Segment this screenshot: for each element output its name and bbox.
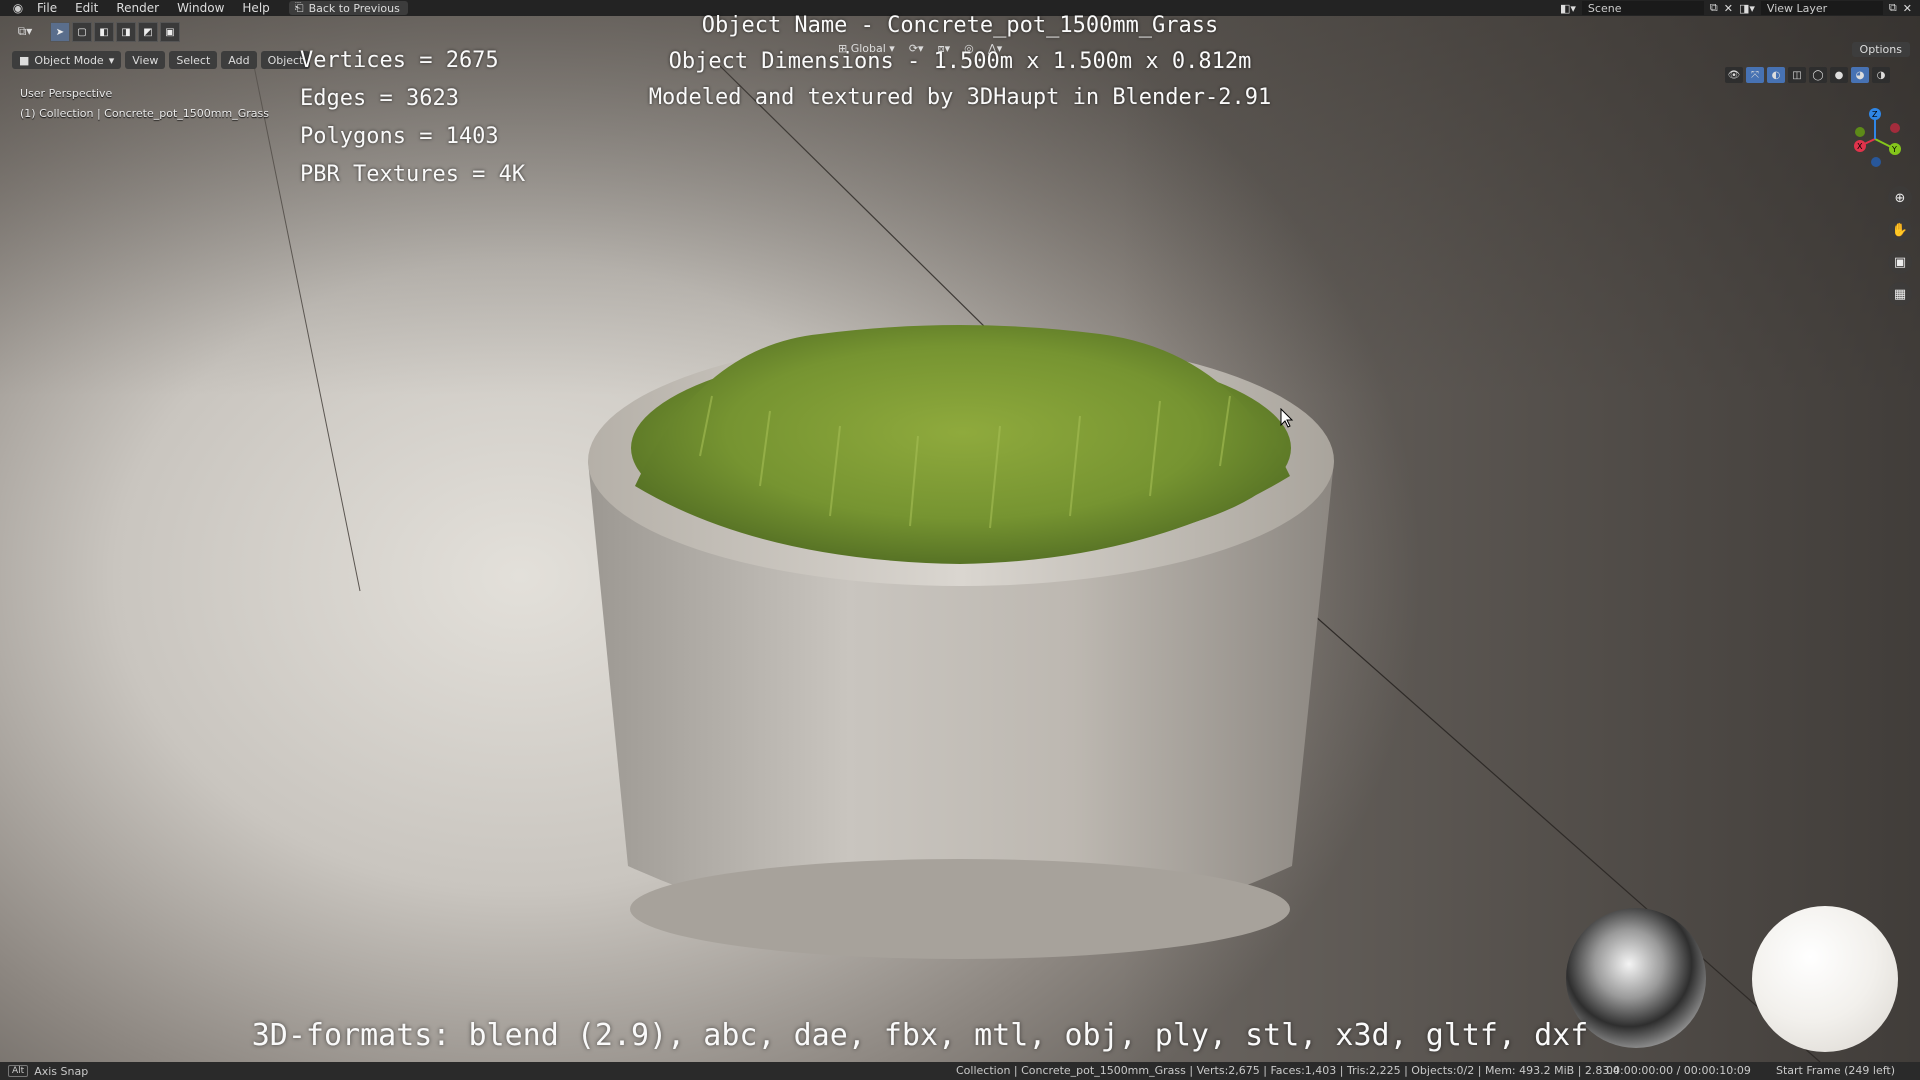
solid-shading-icon[interactable]: ● (1830, 67, 1848, 83)
select-tools: ➤ ▢ ◧ ◨ ◩ ▣ (50, 22, 180, 42)
view-perspective-text: User Perspective (20, 87, 113, 100)
shading-tools: 👁 ⤧ ◐ ◫ ◯ ● ◕ ◑ (1725, 67, 1890, 83)
view-layer-copy-icon[interactable]: ⧉ (1889, 1, 1897, 15)
camera-view-icon[interactable]: ▣ (1888, 250, 1912, 274)
back-icon: ⎗ (294, 1, 304, 14)
status-bar: Alt Axis Snap Collection | Concrete_pot_… (0, 1062, 1920, 1080)
back-to-previous-button[interactable]: ⎗ Back to Previous (288, 1, 408, 15)
view-layer-label: View Layer (1766, 1, 1828, 15)
navigation-gizmo[interactable]: X Y Z (1840, 104, 1910, 174)
view-layer-icon[interactable]: ◨▾ (1739, 2, 1755, 15)
editor-type-icon[interactable]: ⧉▾ (12, 22, 38, 40)
credit-text: Modeled and textured by 3DHaupt in Blend… (648, 85, 1272, 110)
textures-text: PBR Textures = 4K (300, 162, 526, 187)
vertices-text: Vertices = 2675 (300, 48, 499, 73)
formats-text: 3D-formats: blend (2.9), abc, dae, fbx, … (251, 1018, 1589, 1053)
pan-hand-icon[interactable]: ✋ (1888, 218, 1912, 242)
polygons-text: Polygons = 1403 (300, 124, 499, 149)
select-box-new-icon[interactable]: ▢ (72, 22, 92, 42)
3d-viewport[interactable]: X Y Z ⊕ ✋ ▣ ▦ (0, 16, 1920, 1062)
menu-edit[interactable]: Edit (66, 1, 107, 15)
scene-copy-icon[interactable]: ⧉ (1710, 1, 1718, 15)
viewport-info-overlay: User Perspective (1) Collection | Concre… (20, 84, 269, 124)
top-right-controls: ◧▾ Scene ⧉ ✕ ◨▾ View Layer ⧉ ✕ (1560, 0, 1920, 16)
select-box-invert-icon[interactable]: ◩ (138, 22, 158, 42)
zoom-icon[interactable]: ⊕ (1888, 186, 1912, 210)
alt-key-badge: Alt (8, 1065, 29, 1077)
status-hint: Alt Axis Snap (8, 1065, 88, 1078)
gizmo-toggle-icon[interactable]: ⤧ (1746, 67, 1764, 83)
view-layer-close-icon[interactable]: ✕ (1903, 2, 1912, 15)
blender-logo-icon[interactable]: ◉ (8, 0, 28, 16)
svg-text:Y: Y (1891, 145, 1897, 154)
view-menu[interactable]: View (125, 51, 166, 69)
mouse-cursor-icon (1280, 408, 1294, 428)
active-collection-text: (1) Collection | Concrete_pot_1500mm_Gra… (20, 107, 269, 120)
scene-statistics: Collection | Concrete_pot_1500mm_Grass |… (956, 1064, 1620, 1077)
scene-selector-icon[interactable]: ◧▾ (1560, 2, 1576, 15)
select-cursor-icon[interactable]: ➤ (50, 22, 70, 42)
visibility-icon[interactable]: 👁 (1725, 67, 1743, 83)
svg-text:X: X (1857, 142, 1863, 151)
menu-window[interactable]: Window (168, 1, 233, 15)
axis-snap-hint: Axis Snap (34, 1064, 89, 1078)
material-preview-shading-icon[interactable]: ◕ (1851, 67, 1869, 83)
object-info-overlay: Object Name - Concrete_pot_1500mm_Grass … (620, 8, 1300, 116)
options-dropdown[interactable]: Options (1851, 42, 1910, 57)
edges-text: Edges = 3623 (300, 86, 459, 111)
menu-render[interactable]: Render (107, 1, 168, 15)
scene-close-icon[interactable]: ✕ (1724, 2, 1733, 15)
perspective-grid-icon[interactable]: ▦ (1888, 282, 1912, 306)
svg-text:Z: Z (1872, 110, 1878, 119)
overlay-toggle-icon[interactable]: ◐ (1767, 67, 1785, 83)
select-box-extend-icon[interactable]: ◧ (94, 22, 114, 42)
menu-help[interactable]: Help (233, 1, 278, 15)
navigation-tools: ⊕ ✋ ▣ ▦ (1888, 186, 1912, 306)
scene-field[interactable]: Scene (1581, 1, 1704, 15)
rendered-shading-icon[interactable]: ◑ (1872, 67, 1890, 83)
viewport-menus: ■ Object Mode ▾ View Select Add Object (12, 51, 311, 69)
back-to-previous-label: Back to Previous (308, 1, 400, 15)
object-dimensions-text: Object Dimensions - 1.500m x 1.500m x 0.… (668, 49, 1252, 74)
mesh-stats-overlay: Vertices = 2675 Edges = 3623 Polygons = … (300, 42, 525, 194)
object-mode-label: Object Mode (34, 53, 104, 67)
object-name-text: Object Name - Concrete_pot_1500mm_Grass (701, 13, 1219, 38)
add-menu[interactable]: Add (221, 51, 257, 69)
menu-file[interactable]: File (28, 1, 66, 15)
view-layer-field[interactable]: View Layer (1760, 1, 1883, 15)
object-mode-icon: ■ (19, 53, 30, 67)
wireframe-shading-icon[interactable]: ◯ (1809, 67, 1827, 83)
select-box-intersect-icon[interactable]: ▣ (160, 22, 180, 42)
object-mode-dropdown[interactable]: ■ Object Mode ▾ (12, 51, 122, 69)
select-menu[interactable]: Select (169, 51, 218, 69)
select-box-subtract-icon[interactable]: ◨ (116, 22, 136, 42)
chevron-down-icon: ▾ (108, 53, 115, 67)
timeline-time: 00:00:00:00 / 00:00:10:09 (1606, 1064, 1751, 1077)
scene-field-label: Scene (1587, 1, 1622, 15)
start-frame-info: Start Frame (249 left) (1776, 1064, 1896, 1077)
concrete-pot-object[interactable] (0, 16, 1920, 1062)
xray-toggle-icon[interactable]: ◫ (1788, 67, 1806, 83)
